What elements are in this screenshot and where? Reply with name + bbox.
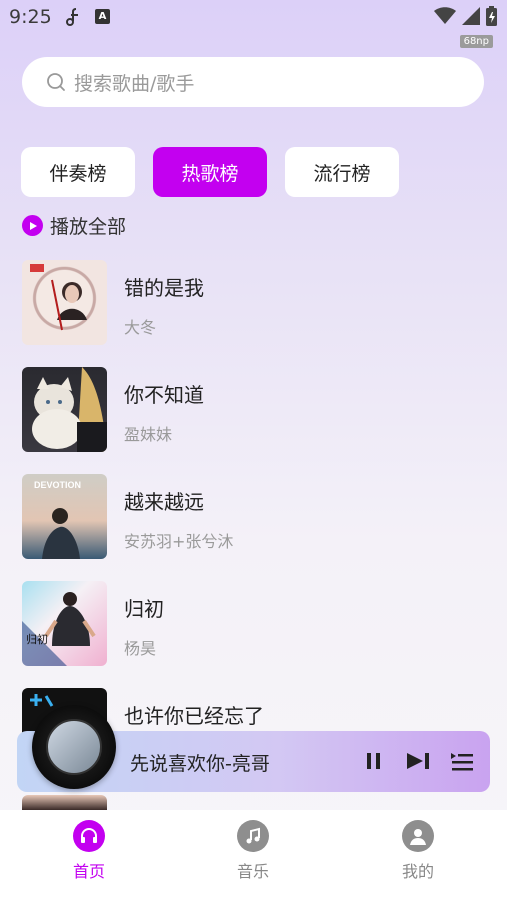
search-placeholder: 搜索歌曲/歌手	[74, 72, 195, 95]
song-title: 错的是我	[124, 276, 204, 300]
album-cover	[22, 367, 107, 452]
user-icon	[402, 820, 434, 852]
song-row[interactable]: 错的是我 大冬	[22, 260, 484, 367]
nav-label: 我的	[401, 862, 434, 881]
status-time: 9:25	[9, 6, 52, 28]
now-playing-cover	[46, 719, 102, 775]
song-title: 也许你已经忘了	[124, 704, 264, 728]
song-title: 越来越远	[124, 490, 204, 514]
song-artist: 盈妹妹	[124, 425, 173, 444]
status-bar: 9:25 A 68np	[0, 0, 507, 48]
wifi-icon	[434, 7, 456, 24]
album-cover	[22, 795, 107, 810]
playlist-icon	[451, 753, 473, 771]
song-artist: 杨昊	[124, 639, 157, 658]
cover-text: 归初	[26, 632, 48, 646]
album-cover: 归初	[22, 581, 107, 666]
cell-signal-icon	[462, 7, 480, 25]
search-input[interactable]: 搜索歌曲/歌手	[22, 57, 484, 107]
cover-text: DEVOTION	[34, 480, 81, 490]
nav-music[interactable]: 音乐	[213, 820, 293, 882]
search-icon	[47, 73, 65, 91]
headphones-icon	[73, 820, 105, 852]
nav-label: 首页	[72, 862, 105, 881]
playlist-button[interactable]	[450, 749, 474, 773]
now-playing-title: 先说喜欢你-亮哥	[130, 753, 270, 775]
nav-label: 音乐	[236, 862, 269, 881]
chart-tabs: 伴奏榜 热歌榜 流行榜	[21, 147, 399, 197]
tab-popular[interactable]: 流行榜	[285, 147, 399, 197]
status-right-icons	[434, 6, 497, 26]
battery-icon	[486, 6, 497, 26]
album-cover: DEVOTION	[22, 474, 107, 559]
song-title: 你不知道	[124, 383, 204, 407]
tab-hot-songs[interactable]: 热歌榜	[153, 147, 267, 197]
song-title: 归初	[124, 597, 164, 621]
pause-button[interactable]	[362, 749, 386, 773]
next-button[interactable]	[406, 749, 430, 773]
fps-badge: 68np	[459, 35, 493, 48]
keyboard-a-icon: A	[95, 9, 110, 24]
song-artist: 安苏羽+张兮沐	[124, 532, 234, 551]
bottom-nav: 首页 音乐 我的	[0, 810, 507, 901]
play-all-label: 播放全部	[50, 216, 127, 238]
music-note-icon	[237, 820, 269, 852]
nav-profile[interactable]: 我的	[378, 820, 458, 882]
skip-next-icon	[407, 753, 429, 769]
music-notification-icon	[62, 6, 84, 32]
play-icon	[22, 215, 43, 236]
song-row[interactable]: 你不知道 盈妹妹	[22, 367, 484, 474]
vinyl-disc[interactable]	[32, 705, 116, 789]
song-row[interactable]: 归初 归初 杨昊	[22, 581, 484, 688]
song-row[interactable]: DEVOTION 越来越远 安苏羽+张兮沐	[22, 474, 484, 581]
play-all-button[interactable]: 播放全部	[22, 212, 126, 239]
album-cover	[22, 260, 107, 345]
player-controls	[362, 749, 474, 773]
nav-home[interactable]: 首页	[49, 820, 129, 882]
tab-accompaniment[interactable]: 伴奏榜	[21, 147, 135, 197]
pause-icon	[367, 753, 380, 769]
song-artist: 大冬	[124, 318, 157, 337]
